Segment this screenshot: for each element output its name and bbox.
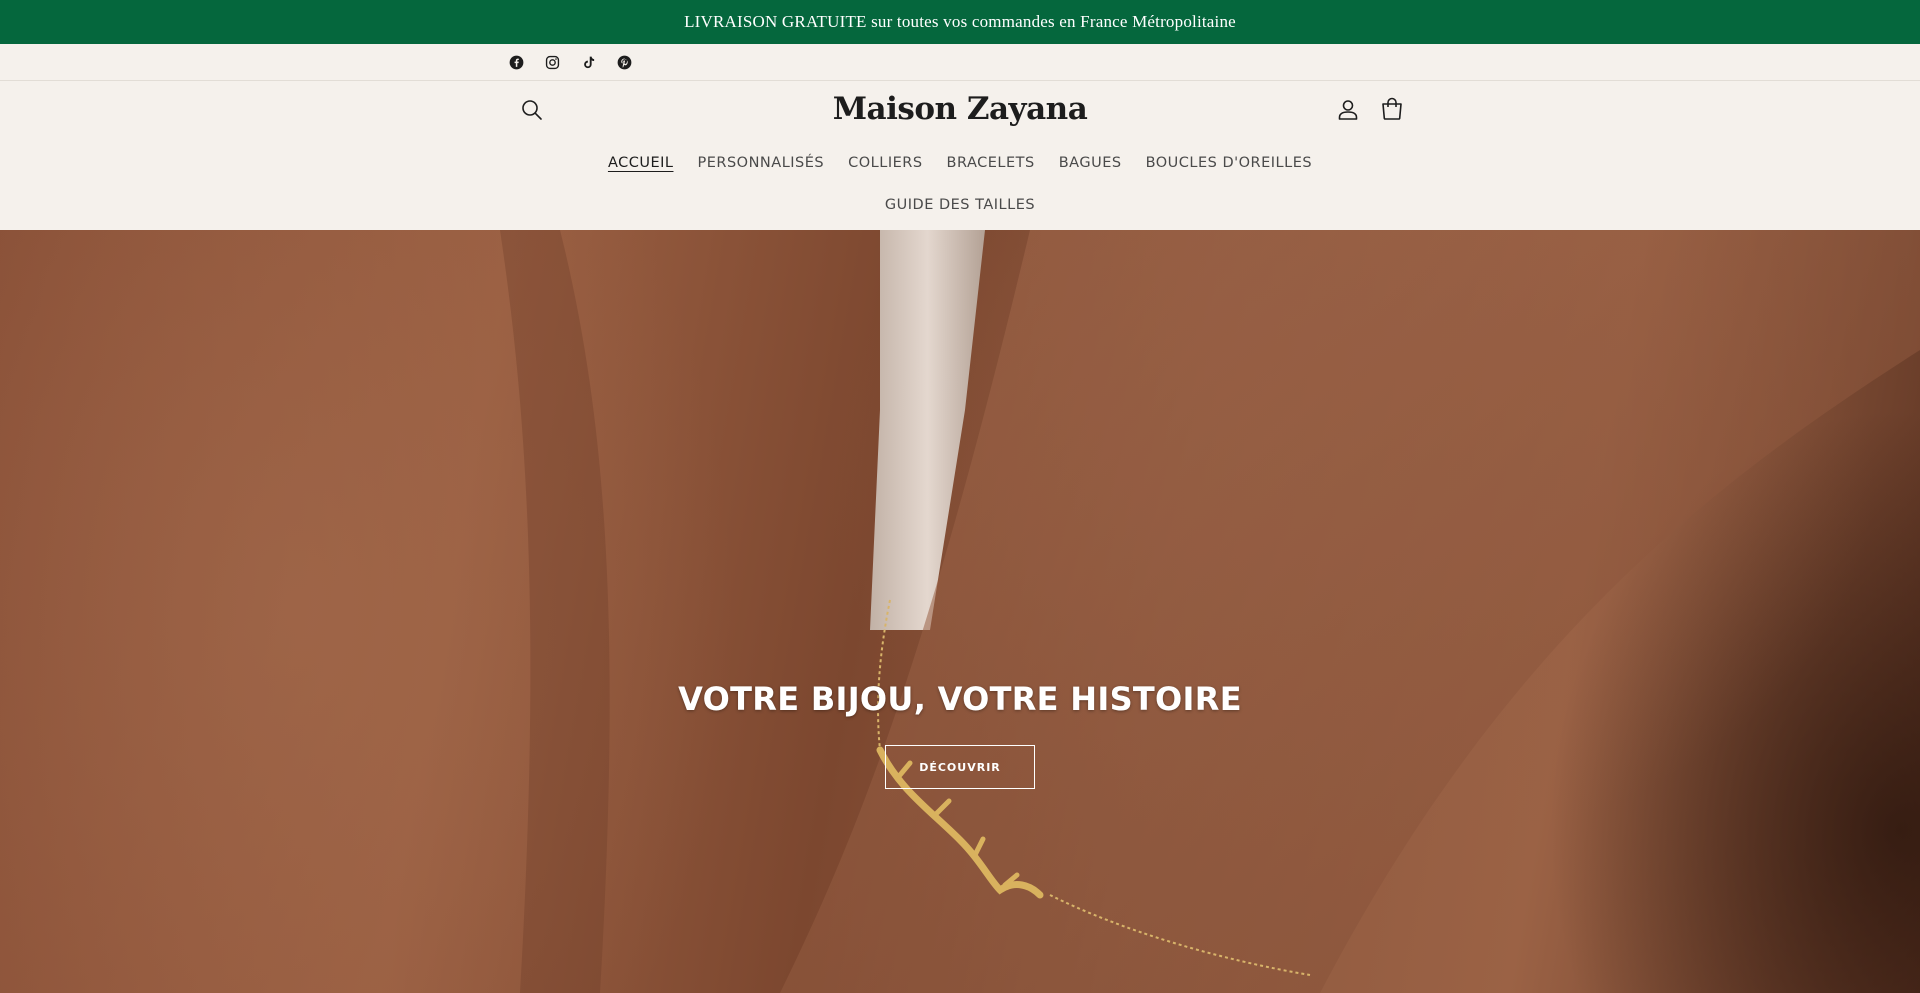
tiktok-icon[interactable] [579, 53, 597, 71]
instagram-icon[interactable] [543, 53, 561, 71]
announcement-text: LIVRAISON GRATUITE sur toutes vos comman… [684, 12, 1236, 31]
nav-item-accueil[interactable]: ACCUEIL [608, 149, 674, 177]
search-icon [522, 100, 542, 120]
main-nav: ACCUEIL PERSONNALISÉS COLLIERS BRACELETS… [0, 149, 1920, 177]
main-nav-row-2: GUIDE DES TAILLES [0, 191, 1920, 219]
cart-button[interactable] [1378, 95, 1406, 123]
hero-title: VOTRE BIJOU, VOTRE HISTOIRE [678, 680, 1242, 718]
pinterest-icon[interactable] [615, 53, 633, 71]
discover-button[interactable]: DÉCOUVRIR [885, 745, 1035, 789]
social-bar [0, 44, 1920, 81]
cart-icon [1382, 97, 1402, 120]
account-button[interactable] [1334, 96, 1362, 124]
nav-item-colliers[interactable]: COLLIERS [848, 149, 922, 177]
nav-item-bagues[interactable]: BAGUES [1059, 149, 1122, 177]
facebook-icon[interactable] [507, 53, 525, 71]
nav-item-guide-des-tailles[interactable]: GUIDE DES TAILLES [885, 191, 1035, 219]
account-icon [1338, 100, 1358, 120]
hero-banner: VOTRE BIJOU, VOTRE HISTOIRE DÉCOUVRIR [0, 230, 1920, 993]
nav-item-boucles-d-oreilles[interactable]: BOUCLES D'OREILLES [1146, 149, 1313, 177]
announcement-bar: LIVRAISON GRATUITE sur toutes vos comman… [0, 0, 1920, 44]
nav-item-personnalises[interactable]: PERSONNALISÉS [697, 149, 824, 177]
nav-item-bracelets[interactable]: BRACELETS [947, 149, 1035, 177]
hero-image [500, 230, 1920, 993]
search-button[interactable] [518, 96, 546, 124]
site-header: Maison Zayana ACCUEIL PERSONNALISÉS COLL… [0, 81, 1920, 230]
site-logo[interactable]: Maison Zayana [830, 87, 1090, 131]
